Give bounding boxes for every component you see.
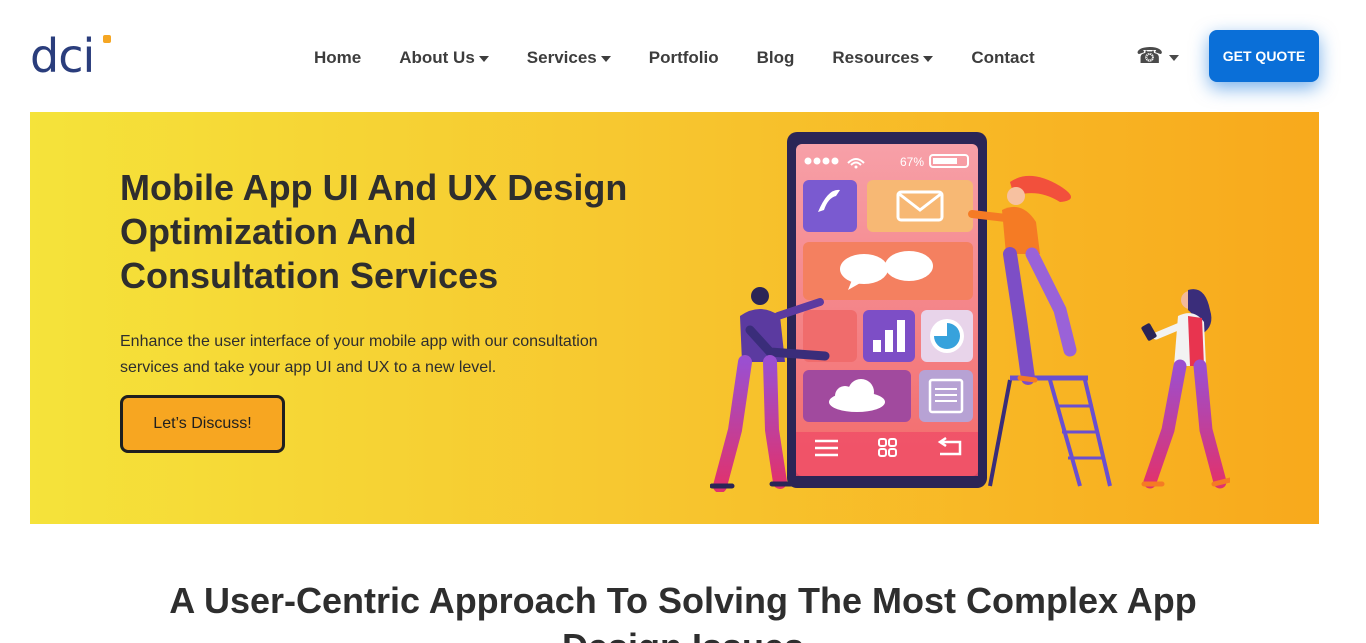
nav-item-label: Services	[526, 48, 597, 67]
telephone-icon: ☎	[1136, 44, 1164, 69]
nav-item-label: Portfolio	[648, 48, 719, 67]
nav-item-home[interactable]: Home	[314, 48, 361, 68]
hero-title-line: Consultation Services	[120, 255, 499, 296]
phone-app-tile	[803, 180, 857, 232]
hero-title-line: Mobile App UI And UX Design	[120, 167, 628, 208]
hero-description: Enhance the user interface of your mobil…	[120, 333, 598, 376]
nav-item-about-us[interactable]: About Us	[399, 48, 489, 68]
get-quote-button[interactable]: GET QUOTE	[1209, 30, 1319, 82]
nav-item-label: Resources	[832, 48, 920, 67]
nav-item-contact[interactable]: Contact	[971, 48, 1034, 68]
hero-title: Mobile App UI And UX Design Optimization…	[120, 166, 680, 298]
logo-text: dci	[30, 29, 95, 83]
nav-item-blog[interactable]: Blog	[757, 48, 795, 68]
caret-down-icon	[600, 55, 611, 62]
battery-percent: 67%	[900, 155, 924, 169]
nav-item-portfolio[interactable]: Portfolio	[649, 48, 719, 68]
nav-item-label: Blog	[756, 48, 795, 67]
section-title: A User-Centric Approach To Solving The M…	[169, 580, 1197, 643]
ladder	[988, 375, 1112, 487]
hero-title-line: Optimization And	[120, 211, 417, 252]
nav-item-label: Contact	[971, 48, 1035, 67]
caret-down-icon	[1169, 54, 1180, 61]
nav-item-resources[interactable]: Resources	[832, 48, 934, 68]
nav-item-label: About Us	[399, 48, 475, 67]
hero-banner: Mobile App UI And UX Design Optimization…	[30, 112, 1319, 524]
mail-app-tile	[867, 180, 973, 232]
logo-accent-dot	[103, 35, 111, 43]
dci-logo[interactable]: dci	[30, 32, 112, 80]
main-nav: Home About Us Services Portfolio Blog Re…	[314, 44, 1073, 72]
phone-dropdown[interactable]: ☎	[1136, 44, 1180, 70]
lets-discuss-button[interactable]: Let’s Discuss!	[120, 395, 285, 453]
site-header: dci Home About Us Services Portfolio Blo…	[0, 0, 1366, 112]
caret-down-icon	[923, 55, 934, 62]
person-right-figure	[1141, 289, 1230, 489]
mobile-app-illustration: 67%	[710, 132, 1230, 492]
caret-down-icon	[478, 55, 489, 62]
nav-item-label: Home	[314, 48, 362, 67]
nav-item-services[interactable]: Services	[527, 48, 611, 68]
